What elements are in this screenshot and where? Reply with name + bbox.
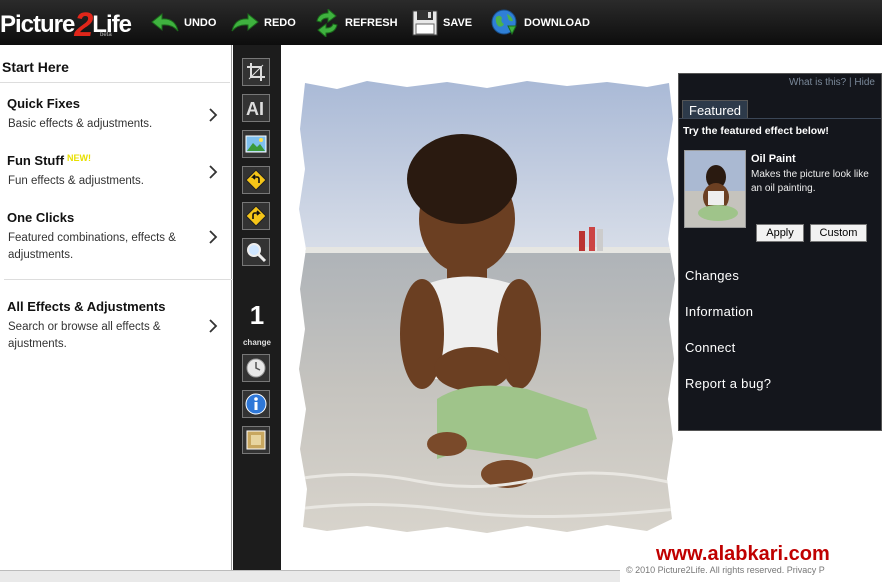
chevron-right-icon bbox=[209, 319, 218, 333]
edited-photo[interactable] bbox=[297, 79, 677, 535]
undo-button[interactable]: UNDO bbox=[150, 6, 216, 40]
bottom-strip bbox=[0, 570, 620, 582]
rotate-right-icon[interactable] bbox=[242, 202, 270, 230]
effect-thumbnail[interactable] bbox=[684, 150, 746, 228]
menu-item-title: All Effects & Adjustments bbox=[7, 299, 166, 314]
chevron-right-icon bbox=[209, 165, 218, 179]
effect-description: Makes the picture look like an oil paint… bbox=[751, 169, 869, 194]
tab-underline bbox=[679, 118, 881, 119]
tool-strip: AI 1 change bbox=[233, 45, 281, 570]
redo-icon bbox=[231, 12, 259, 32]
download-button[interactable]: DOWNLOAD bbox=[490, 6, 590, 40]
logo-text-2: 2 bbox=[74, 6, 93, 44]
redo-button[interactable]: REDO bbox=[230, 6, 296, 40]
logo-beta: beta bbox=[100, 32, 112, 38]
menu-item-desc: Basic effects & adjustments. bbox=[8, 118, 153, 130]
top-toolbar: Picture2Life beta UNDO REDO REFRESH SAVE bbox=[0, 0, 882, 45]
text-icon[interactable]: AI bbox=[242, 94, 270, 122]
start-here-panel: Start Here Quick Fixes Basic effects & a… bbox=[0, 45, 246, 570]
menu-item-desc: Fun effects & adjustments. bbox=[8, 175, 144, 187]
crop-icon[interactable] bbox=[242, 58, 270, 86]
chevron-right-icon bbox=[209, 230, 218, 244]
featured-panel: What is this? | Hide Featured Try the fe… bbox=[678, 73, 882, 431]
globe-download-icon bbox=[491, 9, 517, 36]
menu-item-title: Fun Stuff NEW! bbox=[7, 153, 91, 168]
copyright-text: © 2010 Picture2Life. All rights reserved… bbox=[626, 565, 825, 575]
menu-report-bug[interactable]: Report a bug? bbox=[685, 376, 771, 391]
download-label: DOWNLOAD bbox=[524, 17, 590, 29]
watermark-text: www.alabkari.com bbox=[656, 543, 830, 565]
menu-item-quick-fixes[interactable]: Quick Fixes Basic effects & adjustments. bbox=[0, 96, 230, 141]
custom-button[interactable]: Custom bbox=[810, 224, 867, 242]
change-label: change bbox=[242, 338, 271, 347]
logo-text-picture: Picture bbox=[0, 11, 75, 38]
history-clock-icon[interactable] bbox=[242, 354, 270, 382]
what-is-this-link[interactable]: What is this? bbox=[789, 77, 846, 88]
divider bbox=[4, 279, 246, 280]
panel-title: Start Here bbox=[2, 59, 69, 75]
change-count: 1 bbox=[249, 300, 265, 330]
chevron-right-icon bbox=[209, 108, 218, 122]
menu-item-title-text: Fun Stuff bbox=[7, 153, 65, 168]
rotate-left-icon[interactable] bbox=[242, 166, 270, 194]
image-icon[interactable] bbox=[242, 130, 270, 158]
menu-item-fun-stuff[interactable]: Fun Stuff NEW! Fun effects & adjustments. bbox=[0, 153, 230, 198]
menu-item-title: Quick Fixes bbox=[7, 96, 80, 111]
apply-button[interactable]: Apply bbox=[756, 224, 804, 242]
save-label: SAVE bbox=[443, 17, 473, 29]
link-separator: | bbox=[849, 77, 852, 88]
divider bbox=[0, 82, 230, 83]
info-icon[interactable] bbox=[242, 390, 270, 418]
app-logo[interactable]: Picture2Life beta bbox=[0, 2, 132, 44]
menu-information[interactable]: Information bbox=[685, 304, 753, 319]
refresh-icon bbox=[316, 9, 338, 37]
menu-item-all-effects[interactable]: All Effects & Adjustments Search or brow… bbox=[0, 299, 230, 359]
save-button[interactable]: SAVE bbox=[411, 6, 472, 40]
hide-link[interactable]: Hide bbox=[854, 77, 875, 88]
frame-icon[interactable] bbox=[242, 426, 270, 454]
effect-title: Oil Paint bbox=[751, 153, 796, 165]
svg-text:AI: AI bbox=[246, 99, 264, 118]
panel-links: What is this? | Hide bbox=[789, 77, 875, 88]
menu-item-one-clicks[interactable]: One Clicks Featured combinations, effect… bbox=[0, 210, 230, 270]
new-badge: NEW! bbox=[67, 153, 92, 163]
menu-item-desc: Search or browse all effects & ajustment… bbox=[8, 321, 161, 350]
redo-label: REDO bbox=[264, 17, 296, 29]
save-icon bbox=[412, 10, 438, 36]
zoom-icon[interactable] bbox=[242, 238, 270, 266]
featured-prompt: Try the featured effect below! bbox=[683, 125, 829, 137]
menu-item-title: One Clicks bbox=[7, 210, 75, 225]
undo-label: UNDO bbox=[184, 17, 217, 29]
menu-changes[interactable]: Changes bbox=[685, 268, 739, 283]
refresh-label: REFRESH bbox=[345, 17, 398, 29]
menu-connect[interactable]: Connect bbox=[685, 340, 736, 355]
undo-icon bbox=[151, 12, 179, 32]
refresh-button[interactable]: REFRESH bbox=[313, 6, 398, 40]
tab-featured[interactable]: Featured bbox=[682, 100, 749, 119]
menu-item-desc: Featured combinations, effects & adjustm… bbox=[8, 232, 176, 261]
